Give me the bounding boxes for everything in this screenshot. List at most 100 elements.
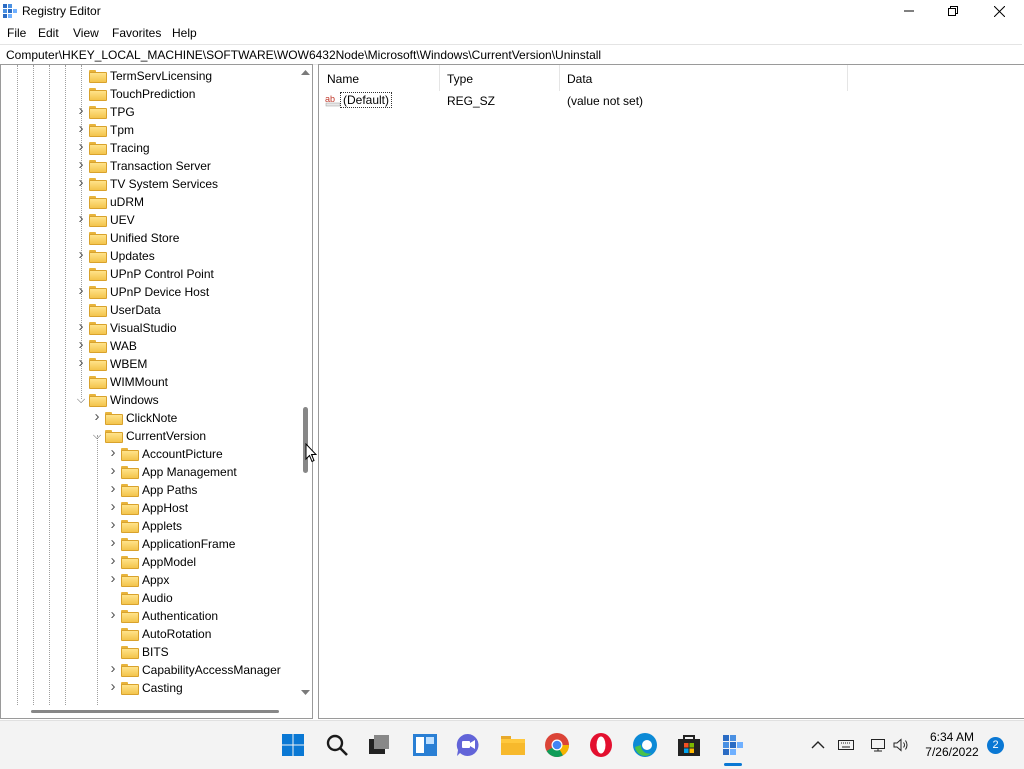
- close-button[interactable]: [976, 0, 1022, 22]
- tree-item[interactable]: › App Management: [1, 463, 299, 481]
- tree-item[interactable]: › AccountPicture: [1, 445, 299, 463]
- chevron-right-icon[interactable]: ›: [75, 211, 87, 227]
- clock[interactable]: 6:34 AM 7/26/2022: [920, 730, 984, 760]
- menu-edit[interactable]: Edit: [38, 26, 59, 40]
- chevron-right-icon[interactable]: ›: [107, 679, 119, 695]
- microsoft-store-icon[interactable]: [676, 732, 702, 758]
- column-header-type[interactable]: Type: [439, 65, 559, 91]
- minimize-button[interactable]: [886, 0, 932, 22]
- column-header-data[interactable]: Data: [559, 65, 847, 91]
- tree-item[interactable]: › Tracing: [1, 139, 299, 157]
- keyboard-icon[interactable]: [838, 737, 854, 753]
- network-icon[interactable]: [870, 737, 886, 753]
- chevron-right-icon[interactable]: ›: [75, 103, 87, 119]
- chevron-right-icon[interactable]: ›: [75, 337, 87, 353]
- tree-item[interactable]: WIMMount: [1, 373, 299, 391]
- registry-editor-taskbar-icon[interactable]: [720, 732, 746, 758]
- tree-item[interactable]: UPnP Control Point: [1, 265, 299, 283]
- tree-item[interactable]: › Casting: [1, 679, 299, 697]
- tree-item[interactable]: › AppHost: [1, 499, 299, 517]
- chevron-right-icon[interactable]: ›: [107, 535, 119, 551]
- tree-item[interactable]: › App Paths: [1, 481, 299, 499]
- address-bar[interactable]: Computer\HKEY_LOCAL_MACHINE\SOFTWARE\WOW…: [0, 44, 1022, 65]
- tree-item[interactable]: ⌵ Windows: [1, 391, 299, 409]
- scroll-down-icon[interactable]: [301, 689, 310, 696]
- chevron-right-icon[interactable]: ›: [75, 175, 87, 191]
- tree-item[interactable]: › UEV: [1, 211, 299, 229]
- tree-item[interactable]: TermServLicensing: [1, 67, 299, 85]
- value-row-default[interactable]: ab (Default) REG_SZ (value not set): [319, 91, 1019, 109]
- value-name[interactable]: (Default): [340, 92, 393, 108]
- tree-item[interactable]: › WAB: [1, 337, 299, 355]
- tree-vertical-scrollbar[interactable]: [299, 65, 312, 705]
- tree-item[interactable]: UserData: [1, 301, 299, 319]
- tree-item[interactable]: › Updates: [1, 247, 299, 265]
- tree-item[interactable]: Audio: [1, 589, 299, 607]
- tree-vertical-scroll-thumb[interactable]: [303, 407, 308, 473]
- tree-item[interactable]: Unified Store: [1, 229, 299, 247]
- chevron-right-icon[interactable]: ›: [75, 355, 87, 371]
- widgets-icon[interactable]: [412, 732, 438, 758]
- chevron-right-icon[interactable]: ›: [75, 157, 87, 173]
- tree-item[interactable]: › UPnP Device Host: [1, 283, 299, 301]
- tree-horizontal-scroll-thumb[interactable]: [31, 710, 279, 713]
- file-explorer-icon[interactable]: [500, 732, 526, 758]
- chrome-icon[interactable]: [544, 732, 570, 758]
- notification-badge[interactable]: 2: [987, 737, 1004, 754]
- tree-item[interactable]: uDRM: [1, 193, 299, 211]
- chevron-right-icon[interactable]: ›: [107, 445, 119, 461]
- chevron-right-icon[interactable]: ›: [107, 553, 119, 569]
- column-header-name[interactable]: Name: [319, 65, 439, 91]
- edge-icon[interactable]: [632, 732, 658, 758]
- values-list-pane[interactable]: Name Type Data ab (Default) REG_SZ (valu…: [318, 64, 1024, 719]
- chevron-right-icon[interactable]: ›: [107, 517, 119, 533]
- scroll-up-icon[interactable]: [301, 69, 310, 76]
- tree-item[interactable]: › TPG: [1, 103, 299, 121]
- tree-item[interactable]: › TV System Services: [1, 175, 299, 193]
- menu-help[interactable]: Help: [172, 26, 197, 40]
- chevron-up-icon[interactable]: [810, 737, 826, 753]
- chevron-right-icon[interactable]: ›: [75, 319, 87, 335]
- chevron-right-icon[interactable]: ›: [75, 121, 87, 137]
- tree-item[interactable]: › ApplicationFrame: [1, 535, 299, 553]
- chevron-right-icon[interactable]: ›: [107, 571, 119, 587]
- tree-item[interactable]: › Authentication: [1, 607, 299, 625]
- chevron-right-icon[interactable]: ›: [107, 463, 119, 479]
- chevron-right-icon[interactable]: ›: [107, 607, 119, 623]
- tree-item[interactable]: › CapabilityAccessManager: [1, 661, 299, 679]
- tree-item[interactable]: › Appx: [1, 571, 299, 589]
- chevron-right-icon[interactable]: ›: [75, 139, 87, 155]
- chevron-right-icon[interactable]: ›: [107, 661, 119, 677]
- menu-file[interactable]: File: [7, 26, 26, 40]
- chat-icon[interactable]: [455, 732, 481, 758]
- tree-item[interactable]: › Tpm: [1, 121, 299, 139]
- tree-item[interactable]: › AppModel: [1, 553, 299, 571]
- tree-horizontal-scrollbar[interactable]: [1, 705, 299, 718]
- chevron-right-icon[interactable]: ›: [75, 247, 87, 263]
- tree-item[interactable]: › Applets: [1, 517, 299, 535]
- tree-item[interactable]: › WBEM: [1, 355, 299, 373]
- tree-item[interactable]: › Transaction Server: [1, 157, 299, 175]
- restore-button[interactable]: [930, 0, 976, 22]
- chevron-right-icon[interactable]: ›: [75, 283, 87, 299]
- menu-view[interactable]: View: [73, 26, 99, 40]
- menu-favorites[interactable]: Favorites: [112, 26, 161, 40]
- volume-icon[interactable]: [893, 737, 909, 753]
- windows-start-icon[interactable]: [280, 732, 306, 758]
- chevron-down-icon[interactable]: ⌵: [91, 429, 103, 443]
- opera-icon[interactable]: [588, 732, 614, 758]
- tree-item[interactable]: › VisualStudio: [1, 319, 299, 337]
- key-tree-pane[interactable]: TermServLicensing TouchPrediction › TPG › Tpm…: [0, 64, 313, 719]
- task-view-icon[interactable]: [366, 732, 392, 758]
- tree-item[interactable]: ⌵ CurrentVersion: [1, 427, 299, 445]
- column-divider[interactable]: [847, 65, 848, 91]
- tree-item[interactable]: › ClickNote: [1, 409, 299, 427]
- tree-item[interactable]: AutoRotation: [1, 625, 299, 643]
- chevron-right-icon[interactable]: ›: [107, 481, 119, 497]
- chevron-right-icon[interactable]: ›: [107, 499, 119, 515]
- chevron-right-icon[interactable]: ›: [91, 409, 103, 425]
- tree-item[interactable]: BITS: [1, 643, 299, 661]
- search-icon[interactable]: [324, 732, 350, 758]
- chevron-down-icon[interactable]: ⌵: [75, 393, 87, 407]
- tree-item[interactable]: TouchPrediction: [1, 85, 299, 103]
